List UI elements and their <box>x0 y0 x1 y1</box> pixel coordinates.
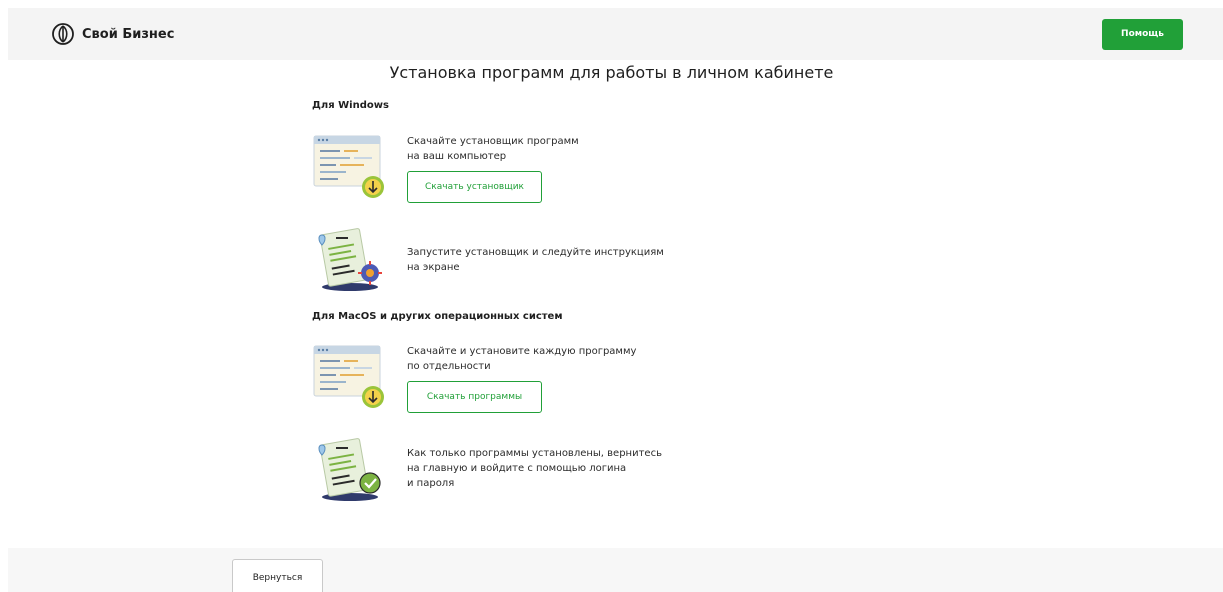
step-text: Как только программы установлены, вернит… <box>407 448 662 489</box>
section-heading-macos: Для MacOS и других операционных систем <box>312 311 563 322</box>
document-gear-icon <box>318 228 382 291</box>
help-button[interactable]: Помощь <box>1102 18 1183 50</box>
section-heading-windows: Для Windows <box>312 100 389 111</box>
brand-logo-icon <box>52 23 74 45</box>
back-button[interactable]: Вернуться <box>232 559 323 592</box>
brand[interactable]: Свой Бизнес <box>52 23 174 45</box>
download-installer-button[interactable]: Скачать установщик <box>407 171 542 203</box>
top-header: Свой Бизнес Помощь <box>8 8 1223 60</box>
page-title: Установка программ для работы в личном к… <box>389 63 834 82</box>
brand-name: Свой Бизнес <box>82 26 175 42</box>
download-window-icon <box>313 345 384 408</box>
download-window-icon <box>313 135 384 198</box>
download-programs-button[interactable]: Скачать программы <box>407 381 542 413</box>
step-text: Скачайте установщик программ на ваш комп… <box>407 136 579 162</box>
footer-bar <box>8 548 1223 592</box>
step-text: Запустите установщик и следуйте инструкц… <box>407 247 664 273</box>
document-check-icon <box>318 438 381 501</box>
step-text: Скачайте и установите каждую программу п… <box>407 346 637 372</box>
